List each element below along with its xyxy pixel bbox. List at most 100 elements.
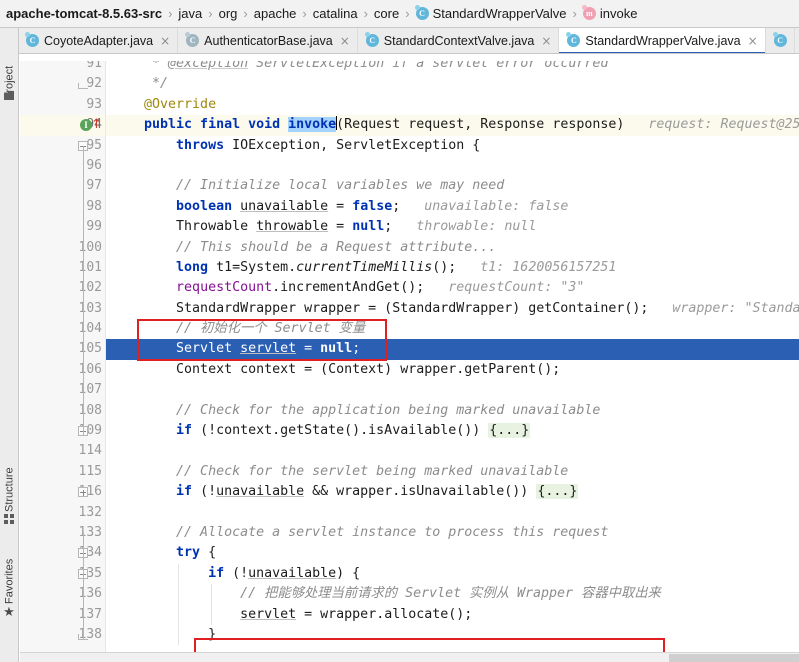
code-line-109[interactable]: if (!context.getState().isAvailable()) {… [106,421,799,441]
breadcrumb-item-project[interactable]: apache-tomcat-8.5.63-src [6,6,162,21]
line-number: 100 [78,239,102,255]
inline-debug-hint: request: Request@2592 [624,117,799,133]
line-number: 99 [86,219,102,235]
code-line-114[interactable] [106,441,799,461]
code-text-area[interactable]: * @exception ServletException if a servl… [106,54,799,662]
editor-gutter[interactable]: 91 92 93 94 I ↑ 95 96 97 98 99 100 101 1… [20,54,106,662]
breadcrumb-label: core [373,6,400,21]
breadcrumb-separator: › [363,6,368,21]
gutter-row: 97 [20,176,106,196]
code-line-108[interactable]: // Check for the application being marke… [106,401,799,421]
code-line-103[interactable]: StandardWrapper wrapper = (StandardWrapp… [106,299,799,319]
code-line-102[interactable]: requestCount.incrementAndGet(); requestC… [106,278,799,298]
code-line-96[interactable] [106,156,799,176]
tab-label: AuthenticatorBase.java [204,33,333,48]
line-number: 132 [78,504,102,520]
line-number: 103 [78,300,102,316]
java-class-icon: C [25,32,39,47]
scrollbar-thumb[interactable] [669,654,799,662]
close-icon[interactable]: × [340,35,350,47]
breadcrumb-item-class[interactable]: C StandardWrapperValve [414,5,567,21]
gutter-row: 138 [20,625,106,645]
code-line-136[interactable]: // 把能够处理当前请求的 Servlet 实例从 Wrapper 容器中取出来 [106,584,799,605]
breadcrumb-label: catalina [312,6,358,21]
fold-region-line [82,554,84,639]
gutter-row: 132 [20,503,106,523]
code-line-107[interactable] [106,380,799,400]
tool-button-project[interactable]: Project [0,30,19,100]
code-line-134[interactable]: try { [106,543,799,563]
gutter-row: 98 [20,197,106,217]
tab-authenticator-base[interactable]: C AuthenticatorBase.java × [178,28,358,53]
breadcrumb-item-org[interactable]: org [219,6,238,21]
breadcrumb: apache-tomcat-8.5.63-src › java › org › … [0,0,799,28]
close-icon[interactable]: × [160,35,170,47]
code-line-115[interactable]: // Check for the servlet being marked un… [106,462,799,482]
indent-guide [178,584,179,605]
code-line-138[interactable]: } [106,624,799,646]
code-line-97[interactable]: // Initialize local variables we may nee… [106,176,799,196]
breadcrumb-item-java[interactable]: java [178,6,202,21]
gutter-row: 101 [20,258,106,278]
code-editor[interactable]: 91 92 93 94 I ↑ 95 96 97 98 99 100 101 1… [20,54,799,662]
breadcrumb-item-core[interactable]: core [374,6,399,21]
line-number: 97 [86,178,102,194]
folded-code-block[interactable]: {...} [488,423,531,439]
tab-standard-wrapper-valve[interactable]: C StandardWrapperValve.java × [559,28,766,53]
gutter-row: 116 [20,482,106,502]
code-line-137[interactable]: servlet = wrapper.allocate(); [106,604,799,625]
indent-guide [178,563,179,585]
gutter-row: 100 [20,238,106,258]
gutter-row: 103 [20,299,106,319]
breadcrumb-item-apache[interactable]: apache [254,6,297,21]
code-line-132[interactable] [106,503,799,523]
inline-debug-hint: requestCount: "3" [424,280,585,296]
code-line-104[interactable]: // 初始化一个 Servlet 变量 [106,319,799,339]
code-line-94[interactable]: public final void invoke(Request request… [106,115,799,136]
implements-arrow-icon[interactable]: ↑ [91,117,102,132]
tool-button-favorites[interactable]: Favorites [0,522,19,604]
code-line-98[interactable]: boolean unavailable = false; unavailable… [106,197,799,217]
code-line-135[interactable]: if (!unavailable) { [106,563,799,585]
code-line-100[interactable]: // This should be a Request attribute... [106,238,799,258]
breadcrumb-item-method[interactable]: m invoke [581,5,638,21]
code-line-99[interactable]: Throwable throwable = null; throwable: n… [106,217,799,237]
horizontal-scrollbar[interactable] [20,652,799,662]
code-line-116[interactable]: if (!unavailable && wrapper.isUnavailabl… [106,482,799,502]
line-number: 114 [78,443,102,459]
tab-standard-context-valve[interactable]: C StandardContextValve.java × [358,28,560,53]
close-icon[interactable]: × [541,35,551,47]
breadcrumb-separator: › [208,6,213,21]
folded-code-block[interactable]: {...} [536,484,579,500]
code-line-133[interactable]: // Allocate a servlet instance to proces… [106,523,799,543]
indent-guide [211,584,212,605]
tab-label: StandardWrapperValve.java [585,33,741,48]
line-number: 115 [78,463,102,479]
gutter-row: 106 [20,360,106,380]
gutter-row: 96 [20,156,106,176]
gutter-row: 114 [20,441,106,461]
fold-expand-icon[interactable] [78,487,88,498]
breadcrumb-item-catalina[interactable]: catalina [313,6,358,21]
code-line-95[interactable]: throws IOException, ServletException { [106,136,799,156]
indent-guide [178,604,179,625]
breadcrumb-separator: › [405,6,410,21]
java-class-icon: C [364,32,379,47]
code-line-93[interactable]: @Override [106,95,799,115]
code-line-101[interactable]: long t1=System.currentTimeMillis(); t1: … [106,258,799,278]
line-number: 107 [78,382,102,398]
code-line-106[interactable]: Context context = (Context) wrapper.getP… [106,360,799,380]
tab-label: CoyoteAdapter.java [44,33,154,48]
fold-end-icon[interactable] [78,83,88,90]
indent-guide [211,604,212,625]
code-line-105[interactable]: Servlet servlet = null; [106,339,799,360]
tool-button-structure[interactable]: Structure [0,434,19,512]
tab-overflow[interactable]: C [766,28,795,53]
line-number: 136 [78,586,102,602]
code-line-92[interactable]: */ [106,74,799,94]
breadcrumb-label: invoke [599,6,638,21]
tab-coyote-adapter[interactable]: C CoyoteAdapter.java × [18,28,179,53]
close-icon[interactable]: × [748,35,758,47]
gutter-row: 137 [20,605,106,625]
inline-debug-hint: t1: 1620056157251 [456,259,617,275]
